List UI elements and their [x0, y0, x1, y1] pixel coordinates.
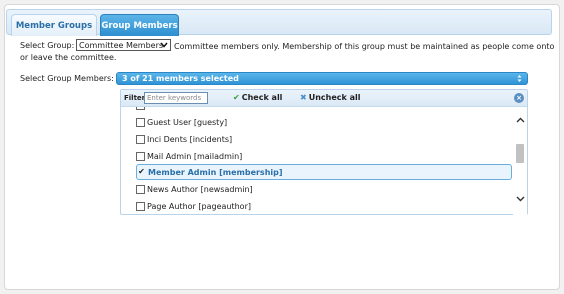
check-all-label: Check all	[241, 93, 283, 102]
list-item-label: Inci Dents [incidents]	[147, 134, 233, 144]
list-item-label: News Author [newsadmin]	[147, 184, 253, 194]
group-description-text: Committee members only. Membership of th…	[20, 42, 555, 62]
list-item[interactable]: Page Author [pageauthor]	[136, 198, 512, 214]
group-members-panel: Member Groups Group Members Select Group…	[4, 4, 560, 290]
list-item-label: Member Admin [membership]	[148, 167, 283, 177]
checkbox[interactable]	[136, 151, 145, 161]
checkbox[interactable]	[136, 201, 145, 211]
chevron-down-icon[interactable]	[515, 194, 525, 204]
select-members-label: Select Group Members:	[20, 74, 114, 83]
tab-bar: Member Groups Group Members	[6, 9, 552, 36]
check-all-link[interactable]: ✔ Check all	[233, 93, 282, 102]
list-scrollbar[interactable]	[513, 107, 527, 215]
group-description: Committee members only. Membership of th…	[20, 41, 560, 63]
list-item[interactable]: News Author [newsadmin]	[136, 181, 512, 197]
checkmark-icon: ✔	[233, 93, 240, 102]
checkbox[interactable]	[136, 134, 145, 144]
updown-caret-icon	[517, 74, 522, 85]
list-item[interactable]: Guest User [guesty]	[136, 114, 512, 130]
members-dropdown: Filter: ✔ Check all ✖ Uncheck all × Gues…	[120, 89, 528, 215]
tab-member-groups[interactable]: Member Groups	[11, 14, 97, 36]
checkbox[interactable]	[136, 184, 145, 194]
dropdown-header: Filter: ✔ Check all ✖ Uncheck all ×	[121, 90, 527, 107]
checkbox[interactable]	[136, 117, 145, 127]
close-icon[interactable]: ×	[514, 93, 524, 103]
uncheck-all-label: Uncheck all	[308, 93, 361, 102]
list-item[interactable]: Mail Admin [mailadmin]	[136, 148, 512, 164]
members-list: Guest User [guesty] Inci Dents [incident…	[121, 107, 513, 215]
checkbox[interactable]	[136, 107, 145, 110]
members-multiselect-button[interactable]: 3 of 21 members selected	[116, 72, 528, 85]
tab-group-members[interactable]: Group Members	[100, 14, 179, 36]
list-item-label: Mail Admin [mailadmin]	[147, 151, 243, 161]
x-icon: ✖	[300, 93, 307, 102]
list-item-label: Page Author [pageauthor]	[147, 201, 251, 211]
members-selected-count: 3 of 21 members selected	[122, 74, 239, 83]
list-item[interactable]	[136, 107, 512, 113]
list-item-selected[interactable]: ✔ Member Admin [membership]	[136, 164, 512, 180]
chevron-up-icon[interactable]	[515, 115, 525, 125]
uncheck-all-link[interactable]: ✖ Uncheck all	[300, 93, 361, 102]
filter-input[interactable]	[144, 92, 208, 104]
list-item-label: Guest User [guesty]	[147, 117, 228, 127]
list-item[interactable]: Inci Dents [incidents]	[136, 131, 512, 147]
checkbox-checked[interactable]: ✔	[137, 168, 146, 177]
scrollbar-thumb[interactable]	[516, 144, 524, 163]
